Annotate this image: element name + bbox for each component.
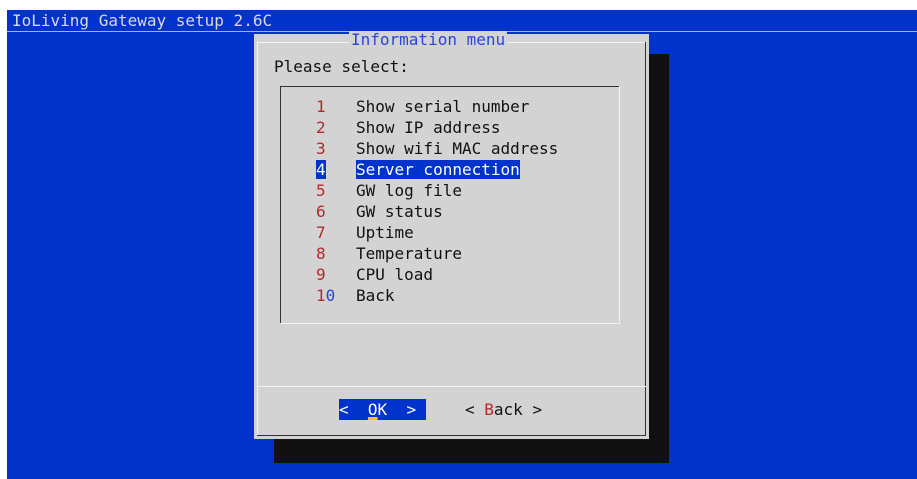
menu-item-label: Uptime — [356, 223, 414, 242]
menu-item-tag: 9 — [316, 265, 326, 284]
menu-item[interactable]: 1 Show serial number — [316, 96, 529, 117]
dialog-title: Information menu — [349, 30, 508, 49]
menu-item-tag: 8 — [316, 244, 326, 263]
listbox-border-left — [280, 86, 281, 324]
menu-item-selected[interactable]: 4 Server connection — [316, 159, 520, 180]
menu-item-label: Show wifi MAC address — [356, 139, 559, 158]
menu-item-tag: 5 — [316, 181, 326, 200]
menu-item-label: Back — [356, 286, 395, 305]
menu-item-label: Show serial number — [356, 97, 530, 116]
menu-listbox[interactable]: 1 Show serial number 2 Show IP address 3 Sh… — [280, 86, 620, 324]
menu-item-tag: 7 — [316, 223, 326, 242]
menu-item-label: Server connection — [356, 160, 520, 179]
menu-item-tag: 4 — [316, 160, 326, 179]
dialog-border-right — [645, 42, 646, 436]
menu-item-tag: 1 — [316, 97, 326, 116]
menu-item-label: GW status — [356, 202, 443, 221]
menu-item-tag: 3 — [316, 139, 326, 158]
back-button[interactable]: < Back > — [465, 399, 542, 420]
menu-item-label: Show IP address — [356, 118, 501, 137]
dialog-prompt: Please select: — [274, 57, 409, 76]
ok-hotkey: O — [367, 400, 378, 419]
menu-item[interactable]: 10 Back — [316, 285, 395, 306]
menu-item-label: Temperature — [356, 244, 462, 263]
menu-item-tag: 6 — [316, 202, 326, 221]
menu-item[interactable]: 9 CPU load — [316, 264, 433, 285]
menu-item[interactable]: 2 Show IP address — [316, 117, 501, 138]
back-hotkey: B — [484, 400, 494, 419]
dialog-border-bottom — [257, 435, 646, 436]
menu-item[interactable]: 6 GW status — [316, 201, 443, 222]
menu-item-tag: 10 — [316, 286, 336, 305]
menu-item[interactable]: 7 Uptime — [316, 222, 414, 243]
backtitle: IoLiving Gateway setup 2.6C — [12, 11, 273, 30]
menu-item-tag: 2 — [316, 118, 326, 137]
menu-item[interactable]: 8 Temperature — [316, 243, 462, 264]
dialog-border-left — [257, 42, 258, 436]
button-separator — [257, 386, 646, 387]
menu-item-label: GW log file — [356, 181, 462, 200]
menu-item[interactable]: 3 Show wifi MAC address — [316, 138, 558, 159]
listbox-border-top — [280, 86, 620, 87]
menu-item-label: CPU load — [356, 265, 434, 284]
listbox-border-bottom — [280, 323, 620, 324]
ok-button[interactable]: < OK > — [339, 399, 426, 420]
menu-item[interactable]: 5 GW log file — [316, 180, 462, 201]
information-menu-dialog: Information menu Please select: 1 Show se… — [254, 30, 649, 439]
listbox-border-right — [619, 86, 620, 324]
